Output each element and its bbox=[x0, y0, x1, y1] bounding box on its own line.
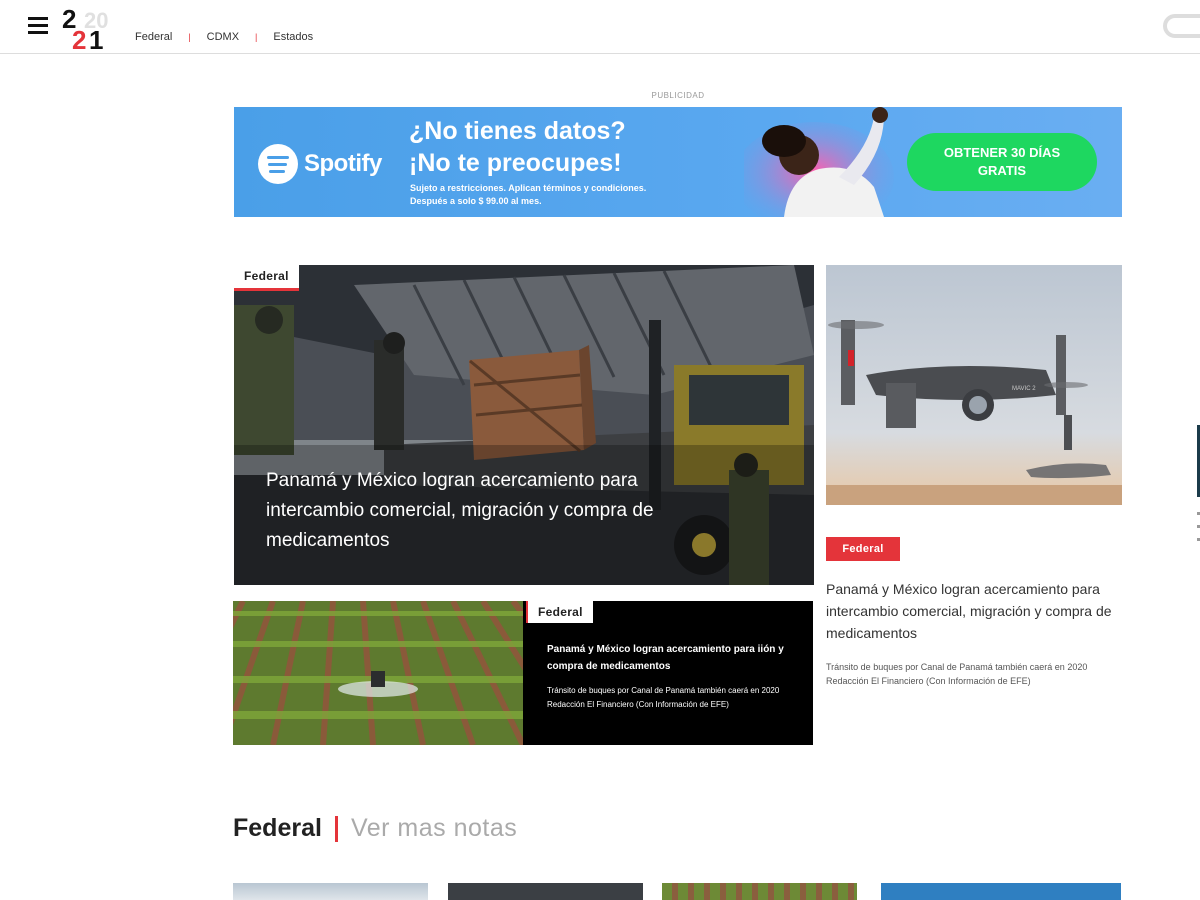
thumbnail-1[interactable] bbox=[233, 883, 428, 900]
spotify-brand: Spotify bbox=[304, 150, 382, 177]
row-category-tag[interactable]: Federal bbox=[526, 601, 593, 623]
svg-text:1: 1 bbox=[89, 25, 103, 51]
thumbnail-4[interactable] bbox=[881, 883, 1121, 900]
ad-label: PUBLICIDAD bbox=[651, 91, 705, 100]
ad-disclaimer-line-2: Después a solo $ 99.00 al mes. bbox=[410, 196, 542, 206]
nav-item-federal[interactable]: Federal bbox=[135, 31, 172, 43]
section-divider bbox=[334, 815, 338, 842]
thumbnail-2[interactable] bbox=[448, 883, 643, 900]
spotify-ad-banner[interactable]: Spotify ¿No tienes datos? ¡No te preocup… bbox=[234, 107, 1122, 217]
ad-cta-line-1: OBTENER 30 DÍAS bbox=[943, 145, 1061, 160]
main-nav: Federal | CDMX | Estados bbox=[135, 31, 313, 43]
ad-disclaimer-line-1: Sujeto a restricciones. Aplican términos… bbox=[410, 183, 647, 193]
row-story-text-box[interactable]: Federal Panamá y México logran acercamie… bbox=[523, 601, 813, 745]
ad-cta-button[interactable]: OBTENER 30 DÍAS GRATIS bbox=[907, 133, 1097, 191]
side-story-image[interactable]: MAVIC 2 bbox=[826, 265, 1122, 505]
ad-person-image bbox=[744, 107, 894, 217]
svg-text:2: 2 bbox=[72, 25, 86, 51]
ad-headline-line-2: ¡No te preocupes! bbox=[409, 149, 622, 177]
nav-item-estados[interactable]: Estados bbox=[273, 31, 313, 43]
nav-item-cdmx[interactable]: CDMX bbox=[207, 31, 239, 43]
section-title: Federal bbox=[233, 814, 322, 842]
search-toggle[interactable] bbox=[1163, 14, 1200, 38]
ad-cta-line-2: GRATIS bbox=[977, 163, 1027, 178]
see-more-link[interactable]: Ver mas notas bbox=[351, 814, 517, 843]
field-photo bbox=[233, 601, 523, 745]
spotify-icon bbox=[258, 144, 298, 184]
ad-headline: ¿No tienes datos? ¡No te preocupes! bbox=[409, 115, 626, 179]
drone-model-text: MAVIC 2 bbox=[1012, 386, 1036, 392]
row-story-title[interactable]: Panamá y México logran acercamiento para… bbox=[547, 641, 797, 675]
ad-disclaimer: Sujeto a restricciones. Aplican términos… bbox=[410, 182, 646, 208]
site-header: 20 2 2 1 Federal | CDMX | Estados bbox=[0, 0, 1200, 54]
side-story-title[interactable]: Panamá y México logran acercamiento para… bbox=[826, 578, 1116, 644]
side-story-description: Tránsito de buques por Canal de Panamá t… bbox=[826, 662, 1088, 686]
site-logo[interactable]: 20 2 2 1 bbox=[62, 3, 112, 51]
row-story-description: Tránsito de buques por Canal de Panamá t… bbox=[547, 686, 780, 709]
menu-icon[interactable] bbox=[28, 17, 48, 34]
drone-photo: MAVIC 2 bbox=[826, 265, 1122, 505]
nav-separator: | bbox=[188, 32, 191, 42]
featured-category-tag[interactable]: Federal bbox=[234, 265, 299, 291]
spotify-logo: Spotify bbox=[258, 144, 382, 184]
section-header: Federal Ver mas notas bbox=[233, 814, 517, 843]
ad-headline-line-1: ¿No tienes datos? bbox=[409, 117, 626, 145]
side-category-tag[interactable]: Federal bbox=[826, 537, 900, 561]
thumbnail-3[interactable] bbox=[662, 883, 857, 900]
featured-story-card[interactable]: Federal Panamá y México logran acercamie… bbox=[234, 265, 814, 585]
featured-story-title[interactable]: Panamá y México logran acercamiento para… bbox=[266, 466, 676, 556]
nav-separator: | bbox=[255, 32, 258, 42]
row-story-image[interactable] bbox=[233, 601, 523, 745]
